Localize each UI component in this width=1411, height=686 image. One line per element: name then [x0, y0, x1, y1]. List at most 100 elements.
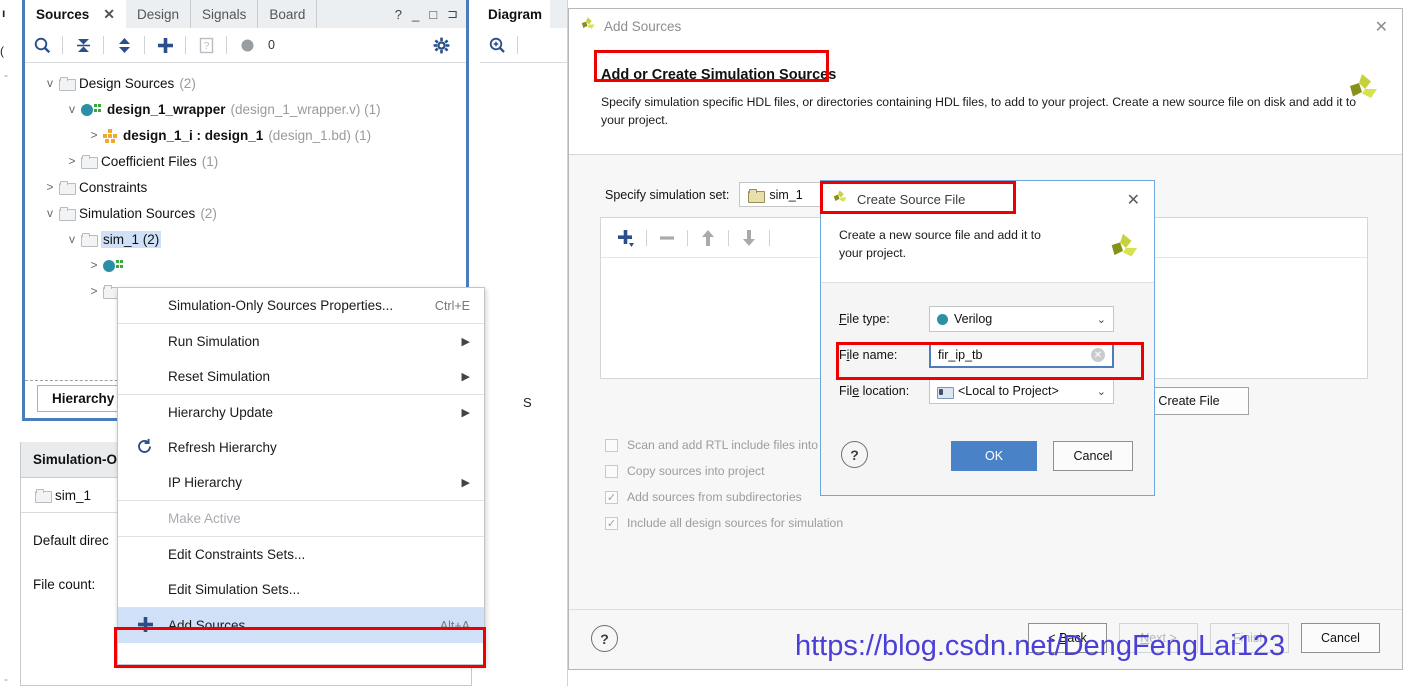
help-icon[interactable]: ?: [591, 625, 618, 652]
file-location-combo[interactable]: <Local to Project> ⌄: [929, 378, 1114, 404]
left-scrap-dash: -: [4, 68, 8, 82]
add-files-icon[interactable]: [611, 224, 641, 252]
tree-row-constraints[interactable]: > Constraints: [25, 174, 466, 200]
move-down-icon[interactable]: [734, 224, 764, 252]
expand-all-icon[interactable]: [107, 30, 141, 60]
tree-row-design-1-wrapper[interactable]: v design_1_wrapper (design_1_wrapper.v) …: [25, 96, 466, 122]
tree-row-sim-child-1[interactable]: >: [25, 252, 466, 278]
divider: [687, 229, 688, 246]
remove-icon[interactable]: [652, 224, 682, 252]
help-icon[interactable]: ?: [841, 441, 868, 468]
tab-diagram[interactable]: Diagram: [480, 0, 551, 28]
tab-signals[interactable]: Signals: [191, 0, 259, 28]
twisty-icon[interactable]: >: [87, 258, 101, 272]
tab-design[interactable]: Design: [126, 0, 192, 28]
twisty-icon[interactable]: >: [87, 128, 101, 142]
float-icon[interactable]: ⊐: [447, 6, 458, 22]
add-sources-heading: Add or Create Simulation Sources: [601, 67, 837, 83]
menu-item-label: Run Simulation: [168, 334, 260, 349]
cancel-button[interactable]: Cancel: [1301, 623, 1380, 653]
tree-row-simulation-sources[interactable]: v Simulation Sources (2): [25, 200, 466, 226]
twisty-icon[interactable]: >: [43, 180, 57, 194]
tree-row-coefficient-files[interactable]: > Coefficient Files (1): [25, 148, 466, 174]
checkbox-box[interactable]: [605, 464, 618, 478]
tree-label: Constraints: [79, 179, 148, 195]
checkbox-label: Include all design sources for simulatio…: [627, 516, 844, 530]
ok-button[interactable]: OK: [951, 441, 1037, 471]
menu-item-label: Add Sources...: [168, 618, 257, 633]
svg-text:?: ?: [203, 41, 209, 52]
sources-toolbar: ? 0: [25, 28, 466, 63]
menu-item-ip-hierarchy[interactable]: IP Hierarchy ▶: [118, 465, 484, 500]
watermark-url: https://blog.csdn.net/DengFengLai123: [795, 630, 1286, 662]
tab-sources[interactable]: Sources ✕: [25, 0, 127, 28]
tree-dim: (1): [201, 153, 219, 169]
menu-item-edit-constraints-sets[interactable]: Edit Constraints Sets...: [118, 537, 484, 572]
menu-item-simulation-only-sources-properties[interactable]: Simulation-Only Sources Properties... Ct…: [118, 288, 484, 323]
clear-icon[interactable]: ✕: [1091, 348, 1105, 362]
twisty-icon[interactable]: >: [65, 154, 79, 168]
tree-row-design-sources[interactable]: v Design Sources (2): [25, 70, 466, 96]
folder-icon: [59, 181, 76, 195]
close-icon[interactable]: ✕: [103, 6, 115, 23]
diagram-tabbar: Diagram: [480, 0, 567, 28]
tab-hierarchy[interactable]: Hierarchy: [37, 385, 130, 412]
gear-icon[interactable]: [424, 30, 458, 60]
create-source-description-area: Create a new source file and add it to y…: [821, 217, 1154, 283]
menu-item-reset-simulation[interactable]: Reset Simulation ▶: [118, 359, 484, 394]
local-folder-icon: [937, 385, 954, 399]
tree-dim: (2): [179, 75, 196, 91]
status-circle-icon[interactable]: [230, 30, 264, 60]
checkbox-label: Add sources from subdirectories: [627, 490, 802, 504]
file-name-row: File name: fir_ip_tb ✕: [821, 337, 1154, 373]
context-menu[interactable]: Simulation-Only Sources Properties... Ct…: [117, 287, 485, 665]
chevron-down-icon: ⌄: [1096, 313, 1106, 326]
twisty-icon[interactable]: v: [65, 102, 79, 116]
cancel-button[interactable]: Cancel: [1053, 441, 1133, 471]
folder-icon: [59, 207, 76, 221]
minimize-icon[interactable]: _: [412, 7, 419, 22]
tree-label: Coefficient Files: [101, 153, 197, 169]
checkbox-include-all-design-sources[interactable]: ✓ Include all design sources for simulat…: [605, 510, 858, 536]
close-icon[interactable]: ✕: [1127, 190, 1140, 210]
twisty-icon[interactable]: >: [87, 284, 101, 298]
menu-item-run-simulation[interactable]: Run Simulation ▶: [118, 324, 484, 359]
zoom-in-icon[interactable]: [480, 30, 514, 60]
move-up-icon[interactable]: [693, 224, 723, 252]
checkbox-box[interactable]: ✓: [605, 516, 618, 530]
checkbox-box[interactable]: ✓: [605, 490, 618, 504]
twisty-icon[interactable]: v: [65, 232, 79, 246]
help-doc-icon[interactable]: ?: [189, 30, 223, 60]
checkbox-box[interactable]: [605, 438, 618, 452]
diagram-scrap-s: S: [523, 395, 532, 410]
file-type-combo[interactable]: Verilog ⌄: [929, 306, 1114, 332]
close-icon[interactable]: ✕: [1375, 17, 1388, 37]
tree-row-sim-1[interactable]: v sim_1 (2): [25, 226, 466, 252]
collapse-all-icon[interactable]: [66, 30, 100, 60]
file-location-label: File location:: [839, 384, 910, 398]
vivado-logo-icon: [831, 189, 848, 209]
tree-label: Simulation Sources: [79, 205, 196, 221]
tree-row-design-1-i[interactable]: > design_1_i : design_1 (design_1.bd) (1…: [25, 122, 466, 148]
search-icon[interactable]: [25, 30, 59, 60]
menu-item-label: Make Active: [168, 511, 241, 526]
verilog-module-icon: [103, 259, 125, 272]
menu-item-edit-simulation-sets[interactable]: Edit Simulation Sets...: [118, 572, 484, 607]
submenu-arrow-icon: ▶: [461, 477, 470, 489]
menu-item-add-sources[interactable]: Add Sources... Alt+A: [118, 608, 484, 643]
twisty-icon[interactable]: v: [43, 76, 57, 90]
file-name-label: File name:: [839, 348, 898, 362]
tab-board[interactable]: Board: [258, 0, 318, 28]
file-name-input[interactable]: fir_ip_tb ✕: [929, 342, 1114, 368]
block-design-icon: [103, 128, 118, 143]
maximize-icon[interactable]: □: [429, 7, 437, 22]
help-icon[interactable]: ?: [395, 7, 402, 22]
vivado-logo-icon: [1344, 71, 1380, 110]
menu-item-hierarchy-update[interactable]: Hierarchy Update ▶: [118, 395, 484, 430]
menu-item-refresh-hierarchy[interactable]: Refresh Hierarchy: [118, 430, 484, 465]
folder-icon: [35, 489, 52, 503]
divider: [646, 229, 647, 246]
file-location-value: <Local to Project>: [958, 384, 1059, 398]
add-sources-icon[interactable]: [148, 30, 182, 60]
twisty-icon[interactable]: v: [43, 206, 57, 220]
